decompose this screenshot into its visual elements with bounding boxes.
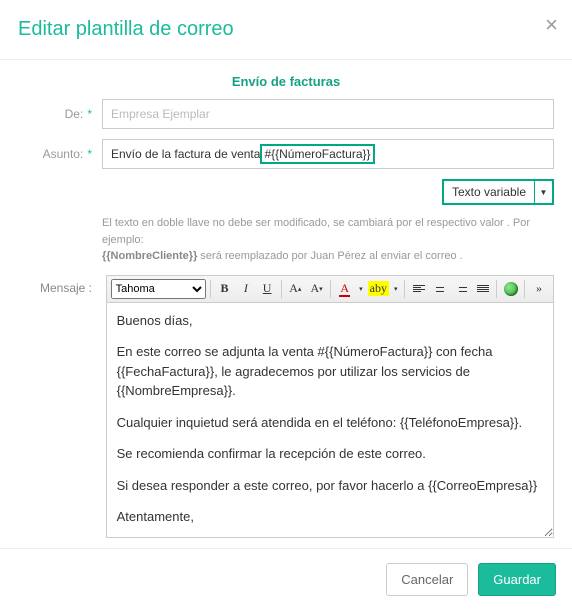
- italic-button[interactable]: I: [236, 279, 255, 299]
- subject-plain: Envío de la factura de venta: [111, 147, 260, 161]
- message-label: Mensaje :: [18, 281, 92, 295]
- row-subject: Asunto:* Envío de la factura de venta#{{…: [18, 139, 554, 169]
- body-p3: Cualquier inquietud será atendida en el …: [117, 413, 543, 433]
- body-p1: Buenos días,: [117, 311, 543, 331]
- help-text: El texto en doble llave no debe ser modi…: [102, 215, 554, 265]
- align-left-button[interactable]: [409, 279, 428, 299]
- editor-body[interactable]: Buenos días, En este correo se adjunta l…: [106, 302, 554, 538]
- close-icon[interactable]: ×: [545, 12, 558, 38]
- subject-label: Asunto:*: [18, 147, 92, 161]
- globe-icon: [504, 282, 518, 296]
- from-input[interactable]: [102, 99, 554, 129]
- row-from: De:*: [18, 99, 554, 129]
- modal-subtitle: Envío de facturas: [0, 60, 572, 99]
- font-color-button[interactable]: A: [335, 279, 354, 299]
- row-variable-button: Texto variable ▼: [18, 179, 554, 205]
- underline-button[interactable]: U: [257, 279, 276, 299]
- bold-button[interactable]: B: [215, 279, 234, 299]
- editor-toolbar: Tahoma B I U A▴ A▾ A ▾ aby ▾: [106, 275, 554, 302]
- row-message: Mensaje : Tahoma B I U A▴ A▾ A ▾ aby: [18, 275, 554, 538]
- subject-variable-highlight: #{{NúmeroFactura}}: [260, 144, 374, 164]
- link-button[interactable]: [501, 279, 520, 299]
- subject-input[interactable]: Envío de la factura de venta#{{NúmeroFac…: [102, 139, 554, 169]
- align-justify-button[interactable]: [473, 279, 492, 299]
- subtitle-text: Envío de facturas: [232, 74, 340, 89]
- font-increase-button[interactable]: A▴: [286, 279, 305, 299]
- cancel-button[interactable]: Cancelar: [386, 563, 468, 596]
- form: De:* Asunto:* Envío de la factura de ven…: [0, 99, 572, 548]
- modal-header: Editar plantilla de correo: [0, 0, 572, 51]
- body-p5: Si desea responder a este correo, por fa…: [117, 476, 543, 496]
- chevron-down-icon[interactable]: ▼: [534, 181, 552, 203]
- variable-text-dropdown[interactable]: Texto variable ▼: [442, 179, 554, 205]
- align-center-button[interactable]: [430, 279, 449, 299]
- email-template-modal: × Editar plantilla de correo Envío de fa…: [0, 0, 572, 610]
- richtext-editor: Tahoma B I U A▴ A▾ A ▾ aby ▾: [106, 275, 554, 538]
- highlight-button[interactable]: aby: [367, 279, 389, 299]
- font-decrease-button[interactable]: A▾: [307, 279, 326, 299]
- font-family-select[interactable]: Tahoma: [111, 279, 206, 299]
- font-color-dropdown-icon[interactable]: ▾: [356, 279, 365, 299]
- modal-title: Editar plantilla de correo: [18, 18, 554, 41]
- highlight-dropdown-icon[interactable]: ▾: [391, 279, 400, 299]
- align-right-button[interactable]: [452, 279, 471, 299]
- save-button[interactable]: Guardar: [478, 563, 556, 596]
- body-p6: Atentamente,: [117, 507, 543, 527]
- body-p4: Se recomienda confirmar la recepción de …: [117, 444, 543, 464]
- more-button[interactable]: »: [529, 279, 548, 299]
- body-p2: En este correo se adjunta la venta #{{Nú…: [117, 342, 543, 401]
- modal-footer: Cancelar Guardar: [0, 548, 572, 610]
- variable-text-label: Texto variable: [444, 181, 534, 203]
- from-label: De:*: [18, 107, 92, 121]
